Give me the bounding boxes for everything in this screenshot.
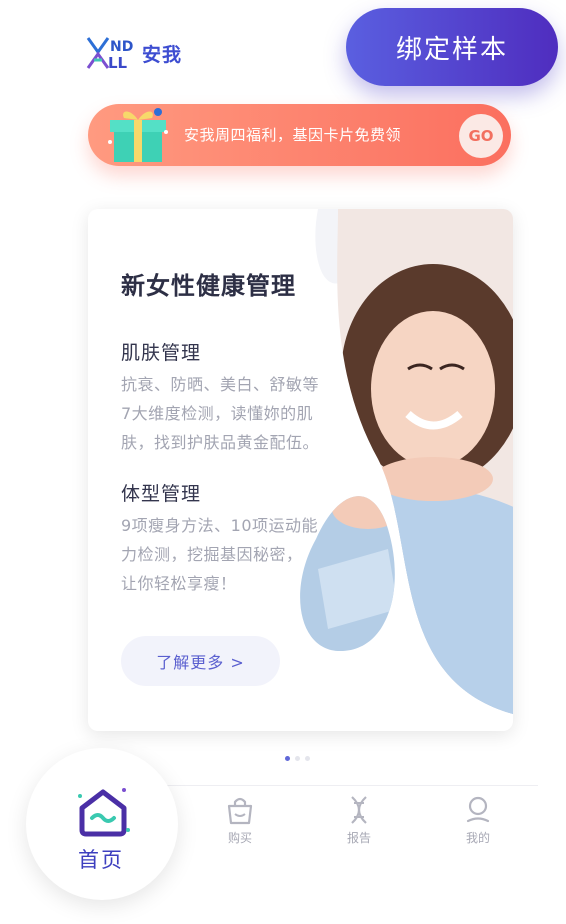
nav-label-home: 首页 xyxy=(78,848,124,872)
nav-item-buy[interactable]: 购买 xyxy=(210,794,270,846)
brand-name: 安我 xyxy=(142,43,183,66)
skin-care-line: 7大维度检测，读懂妳的肌 xyxy=(121,404,314,423)
svg-text:LL: LL xyxy=(108,54,128,70)
nav-item-mine[interactable]: 我的 xyxy=(448,794,508,846)
body-shape-line: 让你轻松享瘦！ xyxy=(121,574,237,593)
nav-label-mine: 我的 xyxy=(465,831,490,845)
body-shape-description: 9项瘦身方法、10项运动能 力检测，挖掘基因秘密， 让你轻松享瘦！ xyxy=(121,511,347,598)
pager-dot[interactable] xyxy=(305,756,310,761)
body-shape-line: 9项瘦身方法、10项运动能 xyxy=(121,516,319,535)
nav-item-report[interactable]: 报告 xyxy=(329,794,389,846)
shopping-bag-icon xyxy=(227,797,253,825)
promo-text: 安我周四福利，基因卡片免费领 xyxy=(184,126,402,144)
body-shape-heading: 体型管理 xyxy=(121,483,202,505)
card-title: 新女性健康管理 xyxy=(121,272,296,300)
user-icon xyxy=(466,796,490,823)
bind-sample-button[interactable]: 绑定样本 xyxy=(346,8,558,86)
skin-care-line: 抗衰、防晒、美白、舒敏等 xyxy=(121,375,320,394)
svg-text:ND: ND xyxy=(110,39,133,55)
gift-icon xyxy=(108,108,168,162)
skin-care-heading: 肌肤管理 xyxy=(121,342,202,364)
home-icon xyxy=(78,788,130,837)
body-shape-line: 力检测，挖掘基因秘密， xyxy=(121,545,303,564)
brand-logo: ND LL 安我 xyxy=(86,36,182,70)
skin-care-description: 抗衰、防晒、美白、舒敏等 7大维度检测，读懂妳的肌 肤，找到护肤品黄金配伍。 xyxy=(121,370,347,457)
carousel-pager xyxy=(285,756,310,761)
andall-logo-icon: ND LL xyxy=(86,37,133,70)
nav-label-report: 报告 xyxy=(346,831,371,845)
pager-dot-active[interactable] xyxy=(285,756,290,761)
skin-care-line: 肤，找到护肤品黄金配伍。 xyxy=(121,433,320,452)
learn-more-button[interactable]: 了解更多 > xyxy=(121,636,280,686)
nav-label-buy: 购买 xyxy=(227,831,252,845)
dna-icon xyxy=(351,796,367,824)
pager-dot[interactable] xyxy=(295,756,300,761)
go-button[interactable]: GO xyxy=(459,114,503,158)
